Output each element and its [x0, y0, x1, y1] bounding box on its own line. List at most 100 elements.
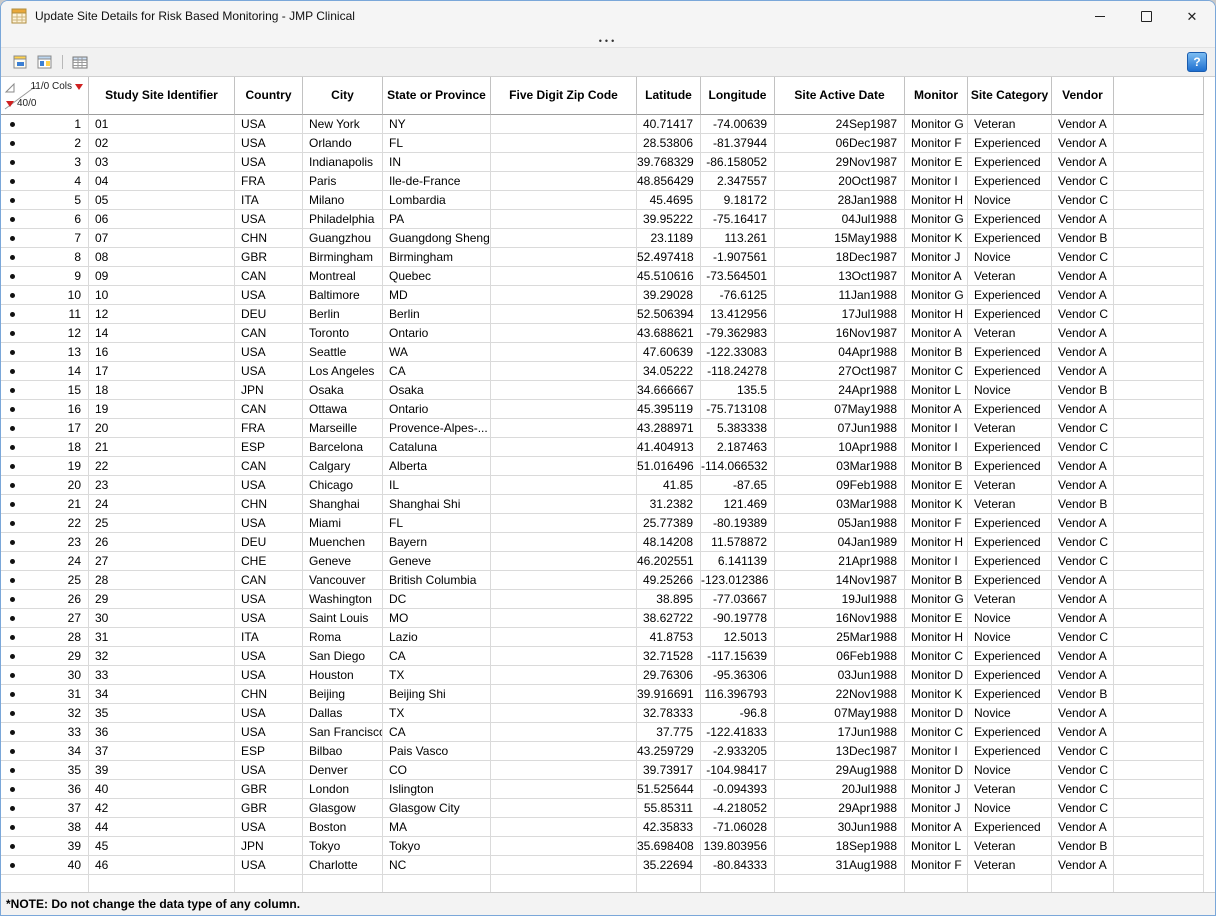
row-number[interactable]: 16 — [15, 400, 88, 418]
cell-monitor[interactable]: Monitor E — [905, 476, 968, 495]
cell-zip[interactable] — [491, 476, 637, 495]
cell-country[interactable]: CAN — [235, 571, 303, 590]
cell-zip[interactable] — [491, 191, 637, 210]
cell-state[interactable]: Berlin — [383, 305, 491, 324]
cell-latitude[interactable]: 34.05222 — [637, 362, 701, 381]
cell-city[interactable]: Saint Louis — [303, 609, 383, 628]
cell-country[interactable]: ITA — [235, 628, 303, 647]
cell-state[interactable]: Beijing Shi — [383, 685, 491, 704]
cell-empty[interactable] — [1114, 780, 1204, 799]
cell-active-date[interactable]: 05Jan1988 — [775, 514, 905, 533]
cell-monitor[interactable]: Monitor A — [905, 818, 968, 837]
cell-latitude[interactable]: 52.506394 — [637, 305, 701, 324]
cell-empty[interactable] — [1114, 533, 1204, 552]
cell-active-date[interactable]: 03Mar1988 — [775, 457, 905, 476]
cell-site-id[interactable]: 23 — [89, 476, 235, 495]
cell-zip[interactable] — [491, 780, 637, 799]
cell-city[interactable]: Glasgow — [303, 799, 383, 818]
cell-country[interactable]: USA — [235, 343, 303, 362]
cell-city[interactable]: Chicago — [303, 476, 383, 495]
cell-city[interactable]: Birmingham — [303, 248, 383, 267]
cell-category[interactable]: Experienced — [968, 742, 1052, 761]
column-header-monitor[interactable]: Monitor — [905, 77, 968, 115]
row-state-cell[interactable]: 20 — [1, 476, 89, 495]
cell-latitude[interactable]: 38.62722 — [637, 609, 701, 628]
cell-city[interactable]: Indianapolis — [303, 153, 383, 172]
cell-country[interactable]: USA — [235, 704, 303, 723]
cell-monitor[interactable]: Monitor A — [905, 324, 968, 343]
row-state-cell[interactable]: 28 — [1, 628, 89, 647]
cell-country[interactable] — [235, 875, 303, 892]
cell-category[interactable]: Novice — [968, 799, 1052, 818]
cell-latitude[interactable]: 49.25266 — [637, 571, 701, 590]
row-state-cell[interactable]: 5 — [1, 191, 89, 210]
cell-site-id[interactable]: 33 — [89, 666, 235, 685]
row-number[interactable]: 26 — [15, 590, 88, 608]
cell-longitude[interactable]: 6.141139 — [701, 552, 775, 571]
cell-vendor[interactable]: Vendor C — [1052, 305, 1114, 324]
cell-city[interactable]: Seattle — [303, 343, 383, 362]
cell-category[interactable] — [968, 875, 1052, 892]
cell-latitude[interactable]: 29.76306 — [637, 666, 701, 685]
row-number[interactable]: 23 — [15, 533, 88, 551]
cell-zip[interactable] — [491, 324, 637, 343]
row-state-cell[interactable]: 36 — [1, 780, 89, 799]
row-state-cell[interactable]: 16 — [1, 400, 89, 419]
cell-country[interactable]: ITA — [235, 191, 303, 210]
cell-longitude[interactable] — [701, 875, 775, 892]
row-number[interactable]: 38 — [15, 818, 88, 836]
cell-site-id[interactable]: 12 — [89, 305, 235, 324]
row-state-cell[interactable]: 30 — [1, 666, 89, 685]
cell-vendor[interactable]: Vendor C — [1052, 761, 1114, 780]
cell-site-id[interactable]: 01 — [89, 115, 235, 134]
cell-zip[interactable] — [491, 552, 637, 571]
row-state-cell[interactable]: 34 — [1, 742, 89, 761]
maximize-button[interactable] — [1123, 1, 1169, 31]
row-number[interactable]: 37 — [15, 799, 88, 817]
cell-longitude[interactable]: -87.65 — [701, 476, 775, 495]
cell-city[interactable]: Baltimore — [303, 286, 383, 305]
cell-latitude[interactable]: 46.202551 — [637, 552, 701, 571]
column-header-latitude[interactable]: Latitude — [637, 77, 701, 115]
cell-site-id[interactable]: 19 — [89, 400, 235, 419]
cell-country[interactable]: GBR — [235, 248, 303, 267]
cell-category[interactable]: Veteran — [968, 419, 1052, 438]
cell-active-date[interactable]: 10Apr1988 — [775, 438, 905, 457]
cell-city[interactable]: Houston — [303, 666, 383, 685]
cell-state[interactable]: Guangdong Sheng — [383, 229, 491, 248]
row-number[interactable]: 35 — [15, 761, 88, 779]
cell-monitor[interactable]: Monitor G — [905, 115, 968, 134]
cell-state[interactable]: FL — [383, 514, 491, 533]
row-number[interactable]: 13 — [15, 343, 88, 361]
cell-city[interactable]: Toronto — [303, 324, 383, 343]
row-number[interactable]: 31 — [15, 685, 88, 703]
cell-country[interactable]: JPN — [235, 381, 303, 400]
cell-monitor[interactable]: Monitor G — [905, 590, 968, 609]
cell-active-date[interactable]: 07Jun1988 — [775, 419, 905, 438]
row-number[interactable]: 6 — [15, 210, 88, 228]
cell-empty[interactable] — [1114, 495, 1204, 514]
cell-vendor[interactable]: Vendor A — [1052, 457, 1114, 476]
row-state-cell[interactable]: 22 — [1, 514, 89, 533]
cell-longitude[interactable]: -122.33083 — [701, 343, 775, 362]
cell-category[interactable]: Experienced — [968, 210, 1052, 229]
cell-monitor[interactable]: Monitor G — [905, 286, 968, 305]
row-number[interactable]: 15 — [15, 381, 88, 399]
cell-latitude[interactable]: 34.666667 — [637, 381, 701, 400]
cell-category[interactable]: Novice — [968, 191, 1052, 210]
cell-longitude[interactable]: 2.347557 — [701, 172, 775, 191]
cell-empty[interactable] — [1114, 115, 1204, 134]
cell-zip[interactable] — [491, 305, 637, 324]
cell-city[interactable]: San Francisco — [303, 723, 383, 742]
cell-vendor[interactable]: Vendor A — [1052, 324, 1114, 343]
cell-state[interactable]: Ontario — [383, 324, 491, 343]
cell-city[interactable]: Shanghai — [303, 495, 383, 514]
cell-country[interactable]: USA — [235, 286, 303, 305]
cell-zip[interactable] — [491, 419, 637, 438]
cell-country[interactable]: CHN — [235, 229, 303, 248]
cell-category[interactable]: Experienced — [968, 438, 1052, 457]
cell-latitude[interactable]: 43.259729 — [637, 742, 701, 761]
cell-country[interactable]: USA — [235, 134, 303, 153]
row-state-cell[interactable]: 29 — [1, 647, 89, 666]
cell-site-id[interactable]: 30 — [89, 609, 235, 628]
